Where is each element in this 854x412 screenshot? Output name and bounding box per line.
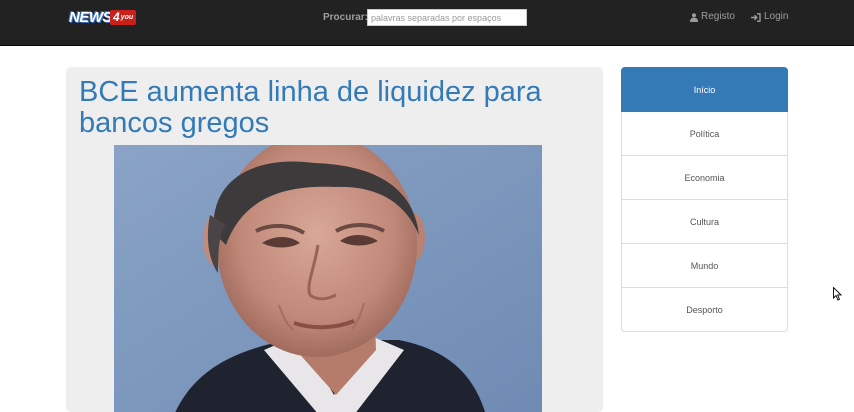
logo-badge-sub: you [120, 14, 134, 21]
sign-in-icon [751, 12, 761, 22]
registo-label: Registo [701, 11, 735, 22]
logo-badge: 4 you [110, 10, 137, 25]
login-link[interactable]: Login [751, 11, 788, 23]
portrait-photo [114, 145, 542, 412]
sidebar-item-1[interactable]: Início [621, 67, 788, 112]
login-label: Login [764, 11, 789, 22]
site-logo[interactable]: NEWS 4 you [69, 9, 144, 26]
search-input[interactable] [367, 9, 527, 26]
sidebar-item-3[interactable]: Economia [621, 155, 788, 200]
search-label: Procurar: [323, 12, 369, 23]
article-panel: BCE aumenta linha de liquidez para banco… [66, 67, 603, 412]
sidebar-item-2[interactable]: Política [621, 111, 788, 156]
sidebar-item-6[interactable]: Desporto [621, 287, 788, 332]
registo-link[interactable]: Registo [690, 11, 735, 23]
sidebar-item-5[interactable]: Mundo [621, 243, 788, 288]
article-title[interactable]: BCE aumenta linha de liquidez para banco… [79, 77, 579, 139]
category-list: Início Política Economia Cultura Mundo Despor… [621, 67, 788, 332]
mouse-cursor-icon [833, 287, 842, 301]
logo-badge-number: 4 [113, 10, 120, 24]
user-icon [690, 12, 698, 22]
logo-text: NEWS [69, 9, 113, 26]
top-navbar: NEWS 4you Procurar: Registo Login [0, 0, 854, 46]
sidebar-item-4[interactable]: Cultura [621, 199, 788, 244]
article-photo [114, 145, 542, 412]
